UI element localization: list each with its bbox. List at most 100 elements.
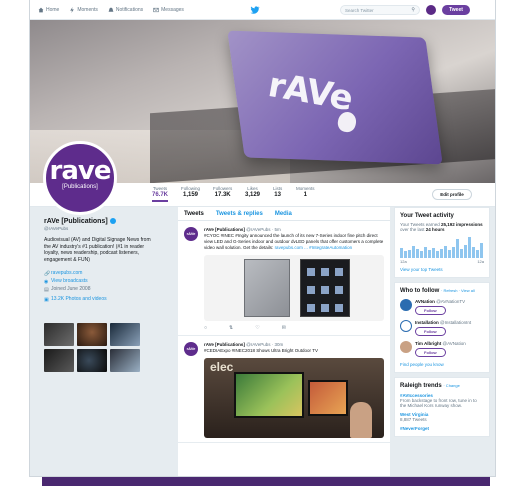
panel-module bbox=[321, 268, 329, 276]
suggestion-handle: @AVNationTV bbox=[436, 299, 466, 304]
tweet-author[interactable]: rAVe [Publications] bbox=[204, 342, 245, 347]
search-icon[interactable]: ⚲ bbox=[411, 7, 415, 14]
tab-media[interactable]: Media bbox=[275, 211, 292, 217]
tweet-button[interactable]: Tweet bbox=[442, 5, 470, 15]
nav-messages[interactable]: Messages bbox=[153, 7, 184, 13]
search-input[interactable]: Search Twitter ⚲ bbox=[340, 5, 420, 15]
profile-website-text: ravepubs.com bbox=[51, 270, 83, 276]
suggestion-avatar[interactable] bbox=[400, 320, 412, 332]
trend-item[interactable]: #NeverForget bbox=[400, 426, 484, 431]
follow-button[interactable]: Follow bbox=[415, 306, 446, 315]
stat-label: Tweets bbox=[152, 186, 168, 191]
stat-followers[interactable]: Followers 17.3K bbox=[213, 186, 232, 198]
photo-thumb[interactable] bbox=[77, 349, 107, 372]
profile-broadcasts[interactable]: ◉ View broadcasts bbox=[44, 277, 152, 285]
activity-sparkline[interactable] bbox=[400, 236, 484, 258]
trends-title: Raleigh trends · Change bbox=[400, 383, 484, 389]
profile-card: rAVe [Publications] @rAVePubs Audiovisua… bbox=[44, 218, 152, 303]
tweet-avatar[interactable]: rAVe bbox=[184, 227, 198, 241]
nav-moments[interactable]: Moments bbox=[69, 6, 98, 13]
right-sidebar: Your Tweet activity Your Tweets earned 2… bbox=[394, 207, 490, 441]
tweet-media-image[interactable]: elec bbox=[204, 358, 384, 438]
message-icon[interactable]: ✉ bbox=[282, 325, 286, 331]
follow-button[interactable]: Follow bbox=[415, 327, 446, 336]
sparkline-bar bbox=[416, 249, 419, 258]
stat-label: Moments bbox=[296, 186, 315, 191]
photo-thumb[interactable] bbox=[110, 349, 140, 372]
verified-icon bbox=[109, 218, 116, 225]
activity-title: Your Tweet activity bbox=[400, 213, 454, 219]
retweet-icon[interactable]: ⇅ bbox=[229, 325, 233, 331]
stat-following[interactable]: Following 1,159 bbox=[181, 186, 200, 198]
suggestion-handle: @InstallationInt bbox=[440, 320, 472, 325]
nav-notifications-label: Notifications bbox=[115, 6, 144, 13]
account-avatar[interactable] bbox=[426, 5, 436, 15]
suggestion-name[interactable]: AVNation bbox=[415, 299, 435, 304]
tab-tweets[interactable]: Tweets bbox=[184, 211, 204, 217]
stat-moments[interactable]: Moments 1 bbox=[296, 186, 315, 198]
profile-website[interactable]: 🔗ravepubs.com bbox=[44, 269, 152, 277]
presenter-figure bbox=[350, 402, 372, 438]
sparkline-bar bbox=[460, 249, 463, 258]
sparkline-bar bbox=[452, 247, 455, 258]
nav-home[interactable]: Home bbox=[38, 7, 59, 13]
find-people-link[interactable]: Find people you know bbox=[400, 362, 484, 367]
sparkline-bar bbox=[476, 250, 479, 258]
panel-module bbox=[335, 286, 343, 294]
stat-tweets[interactable]: Tweets 76.7K bbox=[152, 186, 169, 202]
profile-photos-link[interactable]: ▣ 13.2K Photos and videos bbox=[44, 295, 152, 303]
nav-notifications[interactable]: Notifications bbox=[108, 7, 143, 13]
suggestion-avatar[interactable] bbox=[400, 341, 412, 353]
sparkline-bar bbox=[480, 243, 483, 258]
profile-name[interactable]: rAVe [Publications] bbox=[44, 218, 152, 225]
suggestion-name[interactable]: Tim Albright bbox=[415, 341, 441, 346]
timeline: Tweets Tweets & replies Media rAVe rAVe … bbox=[178, 207, 390, 476]
tweet-author[interactable]: rAVe [Publications] bbox=[204, 227, 245, 232]
sparkline-bar bbox=[456, 239, 459, 258]
panel-module bbox=[335, 304, 343, 312]
like-icon[interactable]: ♡ bbox=[255, 325, 259, 331]
tweet-header: rAVe [Publications] @rAVePubs · 5m bbox=[204, 227, 384, 232]
trend-name[interactable]: #NeverForget bbox=[400, 426, 484, 431]
edit-profile-button[interactable]: Edit profile bbox=[432, 189, 472, 200]
sparkline-bar bbox=[408, 250, 411, 258]
sparkline-bar bbox=[468, 237, 471, 258]
tab-tweets-replies[interactable]: Tweets & replies bbox=[216, 211, 263, 217]
tweet-media-image[interactable] bbox=[204, 255, 384, 321]
photo-thumb[interactable] bbox=[110, 323, 140, 346]
who-to-follow-card: Who to follow · Refresh · View all AVNat… bbox=[394, 282, 490, 373]
outdoor-tv-display bbox=[308, 380, 348, 416]
sparkline-bar bbox=[412, 246, 415, 258]
photo-thumb[interactable] bbox=[77, 323, 107, 346]
profile-avatar[interactable]: rave [Publications] bbox=[43, 141, 117, 215]
tweet-link[interactable]: ravepubs.com ... #IntegrateAutomation bbox=[275, 245, 353, 250]
stat-lists[interactable]: Lists 13 bbox=[273, 186, 282, 198]
profile-photos-text: 13.2K Photos and videos bbox=[51, 296, 107, 302]
tweet-handle: @rAVePubs · 30m bbox=[246, 342, 284, 347]
suggestion-avatar[interactable] bbox=[400, 299, 412, 311]
follow-button[interactable]: Follow bbox=[415, 348, 446, 357]
tweet-header: rAVe [Publications] @rAVePubs · 30m bbox=[204, 342, 384, 347]
photo-thumb[interactable] bbox=[44, 323, 74, 346]
reply-icon[interactable]: ○ bbox=[204, 325, 207, 331]
image-icon: ▣ bbox=[44, 297, 49, 304]
profile-joined-text: Joined June 2008 bbox=[51, 286, 91, 292]
stat-value: 13 bbox=[274, 192, 281, 198]
link-icon: 🔗 bbox=[44, 271, 51, 278]
stat-value: 17.3K bbox=[214, 192, 231, 198]
photo-grid bbox=[44, 323, 142, 372]
tweet-avatar[interactable]: rAVe bbox=[184, 342, 198, 356]
twitter-profile-screenshot: Home Moments Notifications Messages Sear… bbox=[30, 0, 495, 476]
trend-item[interactable]: West Virginia 8,887 Tweets bbox=[400, 412, 484, 422]
trend-item[interactable]: #AVIccessories From backstage to front r… bbox=[400, 393, 484, 408]
panel-module bbox=[335, 268, 343, 276]
twitter-bird-icon[interactable] bbox=[250, 6, 260, 14]
stat-likes[interactable]: Likes 3,129 bbox=[245, 186, 260, 198]
tweet[interactable]: rAVe rAVe [Publications] @rAVePubs · 30m… bbox=[178, 336, 390, 443]
tweet[interactable]: rAVe rAVe [Publications] @rAVePubs · 5m … bbox=[178, 221, 390, 336]
top-tweets-link[interactable]: View your top Tweets bbox=[400, 267, 484, 272]
change-trends-link[interactable]: · Change bbox=[443, 383, 459, 388]
suggestion-name[interactable]: Installation bbox=[415, 320, 439, 325]
refresh-view-all-link[interactable]: · Refresh · View all bbox=[441, 288, 475, 293]
photo-thumb[interactable] bbox=[44, 349, 74, 372]
